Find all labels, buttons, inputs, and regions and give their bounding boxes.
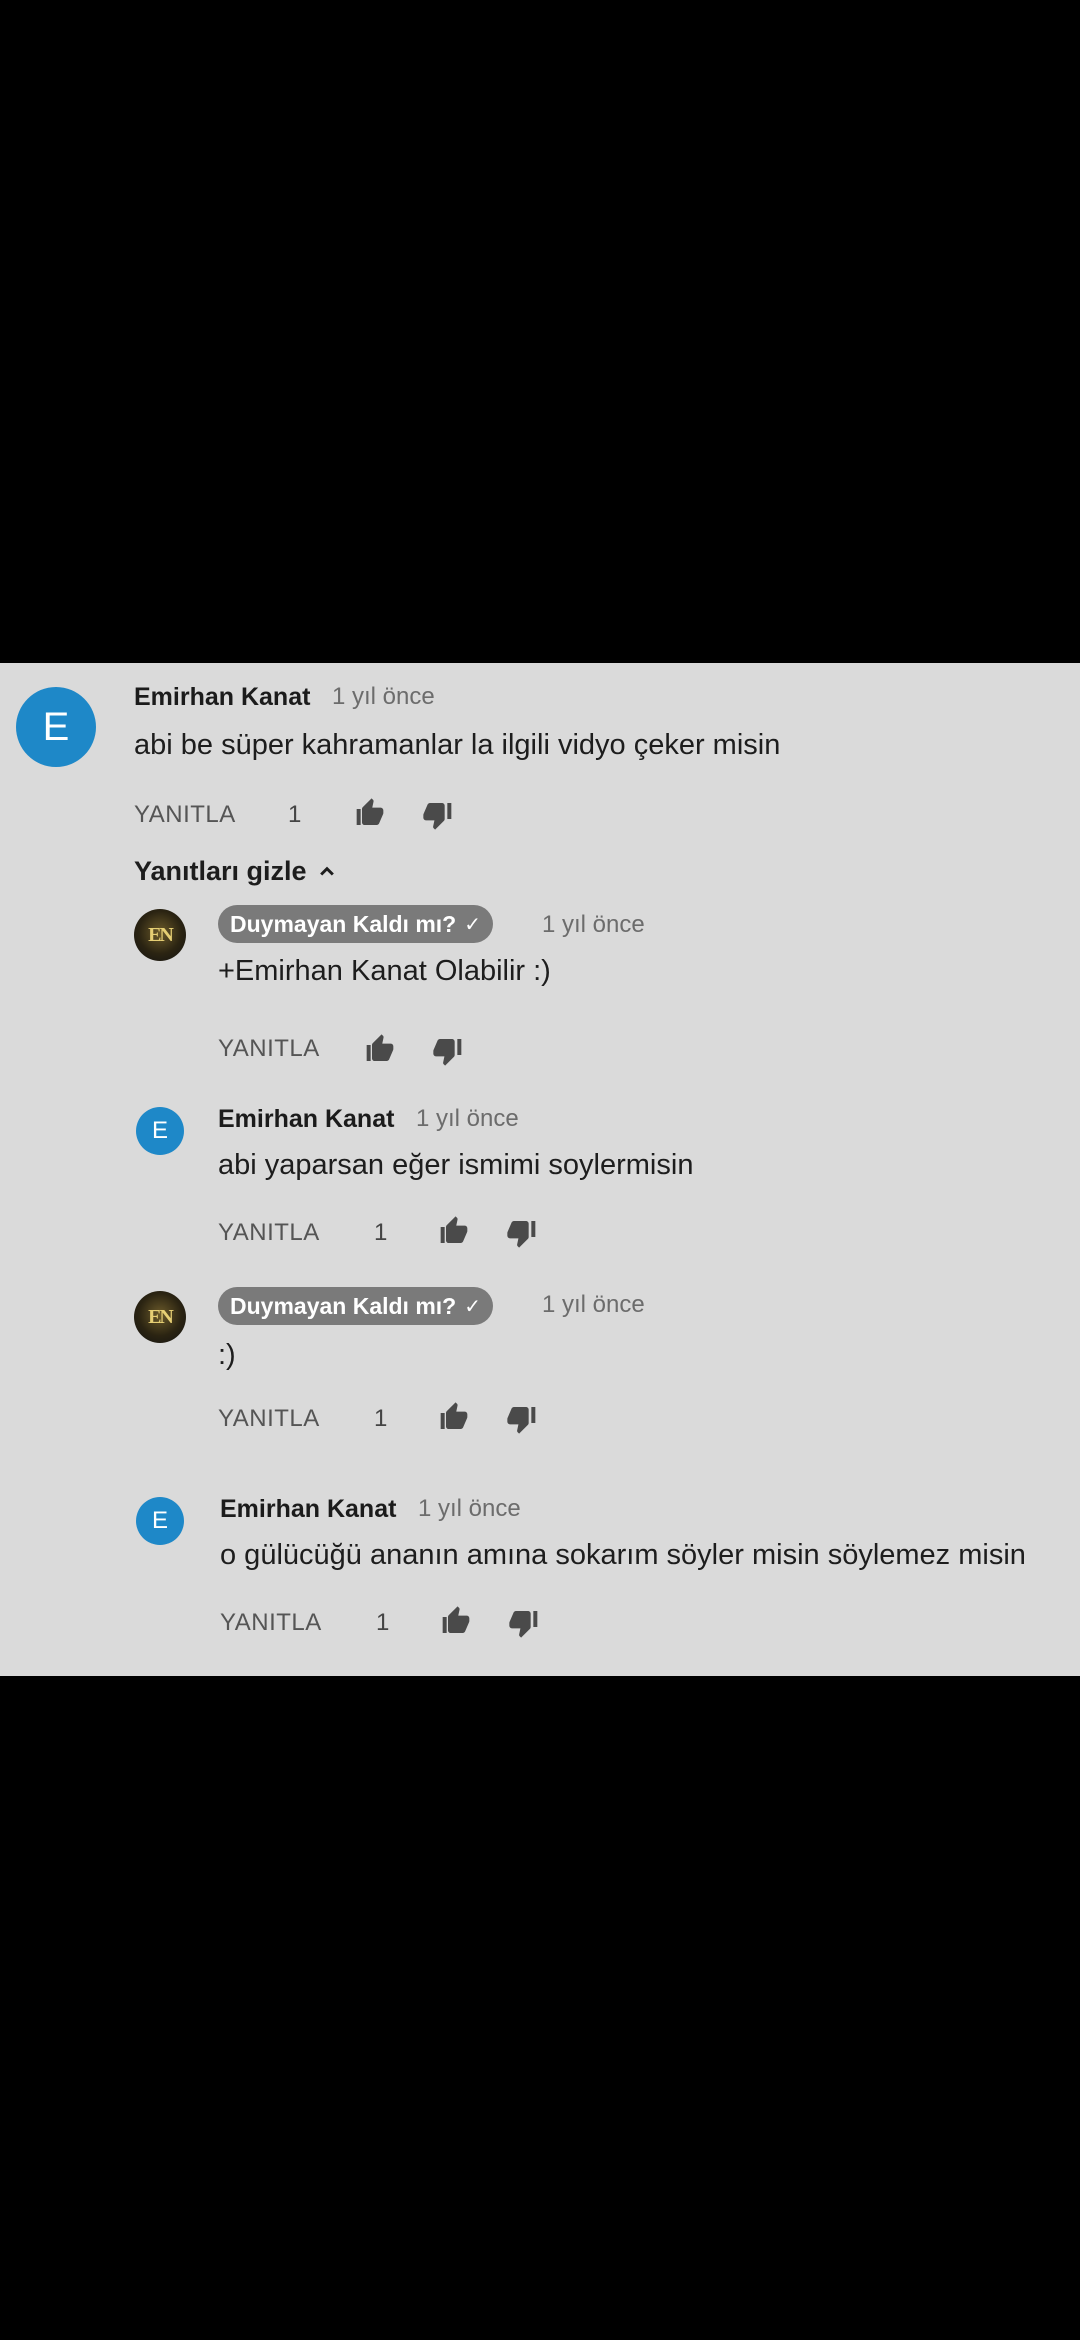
avatar[interactable]: E — [16, 687, 96, 767]
reply-comment: EN Duymayan Kaldı mı? ✓ 1 yıl önce +Emir… — [0, 903, 1080, 1083]
like-count: 1 — [374, 1405, 388, 1432]
thumbs-down-icon[interactable] — [420, 799, 456, 831]
hide-replies-toggle[interactable]: Yanıtları gizle — [134, 856, 337, 887]
top-comment: E Emirhan Kanat 1 yıl önce abi be süper … — [0, 663, 1080, 843]
reply-comment: E Emirhan Kanat 1 yıl önce abi yaparsan … — [0, 1097, 1080, 1267]
reply-button[interactable]: YANITLA — [218, 1405, 320, 1433]
thumbs-up-icon[interactable] — [438, 1605, 474, 1637]
thumbs-up-icon[interactable] — [436, 1215, 472, 1247]
hide-replies-label: Yanıtları gizle — [134, 856, 307, 886]
reply-author[interactable]: Emirhan Kanat — [218, 1105, 394, 1134]
check-icon: ✓ — [464, 1295, 481, 1318]
author-badge[interactable]: Duymayan Kaldı mı? ✓ — [218, 1287, 493, 1325]
comment-text: o gülücüğü ananın amına sokarım söyler m… — [220, 1539, 1026, 1571]
avatar-letter: E — [151, 1117, 168, 1144]
comment-time: 1 yıl önce — [542, 911, 645, 938]
author-badge[interactable]: Duymayan Kaldı mı? ✓ — [218, 905, 493, 943]
comments-screenshot: E Emirhan Kanat 1 yıl önce abi be süper … — [0, 663, 1080, 1676]
reply-author: Duymayan Kaldı mı? — [230, 1292, 457, 1319]
comment-time: 1 yıl önce — [418, 1495, 521, 1522]
thumbs-down-icon[interactable] — [504, 1217, 540, 1249]
avatar[interactable]: EN — [134, 909, 186, 961]
like-count: 1 — [288, 801, 302, 828]
avatar[interactable]: EN — [134, 1291, 186, 1343]
avatar[interactable]: E — [136, 1107, 184, 1155]
channel-logo: EN — [148, 1305, 174, 1328]
reply-button[interactable]: YANITLA — [220, 1609, 322, 1637]
reply-button[interactable]: YANITLA — [134, 801, 236, 829]
comment-time: 1 yıl önce — [542, 1291, 645, 1318]
comment-text: abi be süper kahramanlar la ilgili vidyo… — [134, 729, 781, 761]
thumbs-up-icon[interactable] — [352, 797, 388, 829]
chevron-up-icon — [319, 866, 334, 876]
comment-text: +Emirhan Kanat Olabilir :) — [218, 955, 551, 987]
channel-logo: EN — [148, 923, 174, 946]
thumbs-down-icon[interactable] — [430, 1035, 466, 1067]
thumbs-up-icon[interactable] — [436, 1401, 472, 1433]
like-count: 1 — [376, 1609, 390, 1636]
reply-comment: EN Duymayan Kaldı mı? ✓ 1 yıl önce :) YA… — [0, 1285, 1080, 1465]
comment-author[interactable]: Emirhan Kanat — [134, 683, 310, 712]
reply-author[interactable]: Emirhan Kanat — [220, 1495, 396, 1524]
like-count: 1 — [374, 1219, 388, 1246]
comment-time: 1 yıl önce — [332, 683, 435, 710]
avatar[interactable]: E — [136, 1497, 184, 1545]
reply-button[interactable]: YANITLA — [218, 1035, 320, 1063]
thumbs-up-icon[interactable] — [362, 1033, 398, 1065]
check-icon: ✓ — [464, 913, 481, 936]
thumbs-down-icon[interactable] — [504, 1403, 540, 1435]
avatar-letter: E — [42, 704, 70, 749]
comment-text: :) — [218, 1339, 236, 1371]
reply-comment: E Emirhan Kanat 1 yıl önce o gülücüğü an… — [0, 1487, 1080, 1667]
comment-time: 1 yıl önce — [416, 1105, 519, 1132]
comment-text: abi yaparsan eğer ismimi soylermisin — [218, 1149, 694, 1181]
thumbs-down-icon[interactable] — [506, 1607, 542, 1639]
reply-button[interactable]: YANITLA — [218, 1219, 320, 1247]
avatar-letter: E — [151, 1507, 168, 1534]
reply-author: Duymayan Kaldı mı? — [230, 910, 457, 937]
